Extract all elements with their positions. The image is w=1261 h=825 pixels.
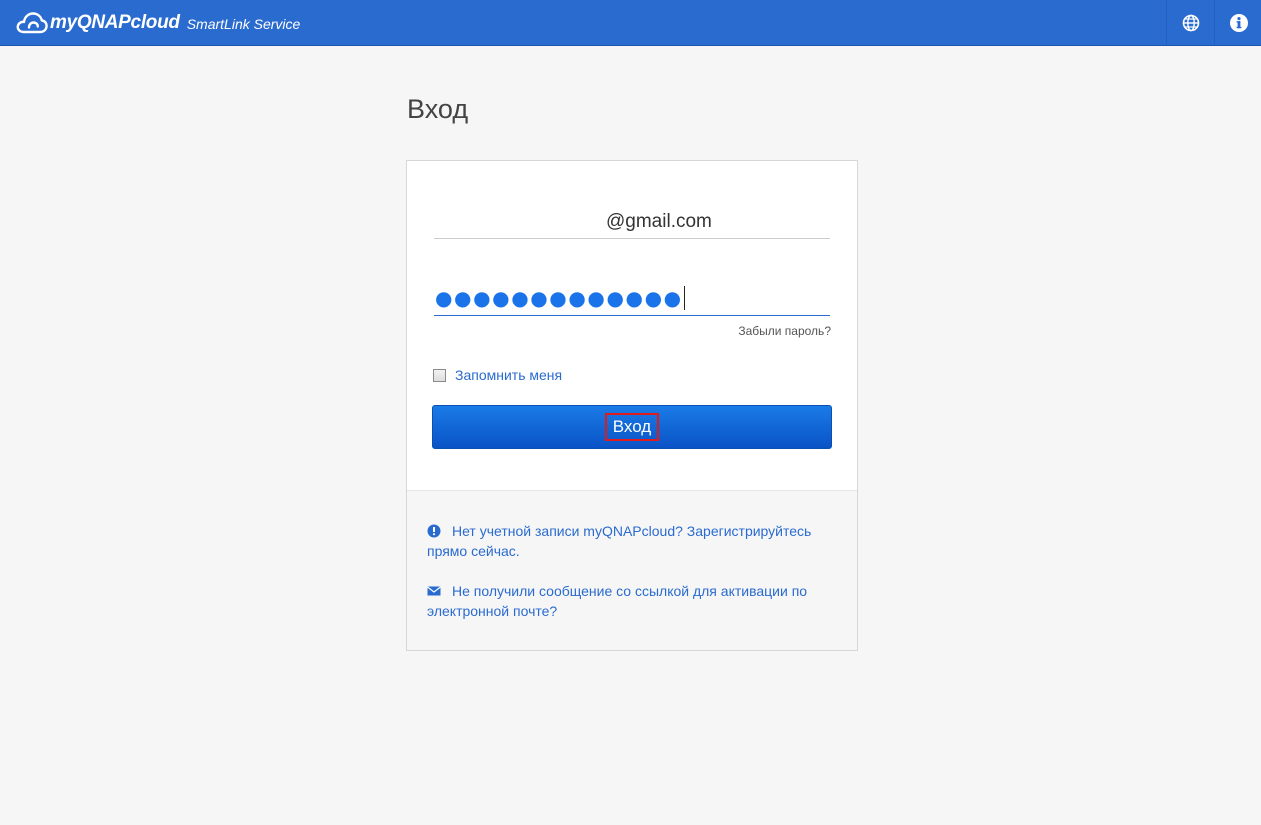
- text-caret: [683, 286, 685, 310]
- register-link[interactable]: Нет учетной записи myQNAPcloud? Зарегист…: [427, 521, 837, 561]
- brand-name: myQNAPcloud: [50, 12, 180, 33]
- email-field[interactable]: [434, 205, 830, 239]
- remember-me-checkbox[interactable]: [433, 368, 446, 382]
- activation-text[interactable]: Не получили сообщение со ссылкой для акт…: [427, 583, 807, 619]
- top-bar: myQNAPcloud SmartLink Service: [0, 0, 1261, 46]
- login-button[interactable]: Вход: [432, 405, 832, 449]
- brand-logo[interactable]: myQNAPcloud SmartLink Service: [16, 9, 300, 37]
- language-button[interactable]: [1166, 0, 1214, 46]
- info-icon: [1229, 14, 1248, 32]
- exclamation-circle-icon: [427, 524, 441, 538]
- globe-icon: [1182, 14, 1199, 32]
- password-field[interactable]: ●●●●●●●●●●●●●: [434, 279, 830, 316]
- login-card: ●●●●●●●●●●●●● Забыли пароль? Запомнить м…: [406, 160, 858, 651]
- info-button[interactable]: [1214, 0, 1261, 46]
- register-text[interactable]: Нет учетной записи myQNAPcloud? Зарегист…: [427, 523, 811, 559]
- envelope-icon: [427, 586, 441, 596]
- login-button-label: Вход: [604, 413, 660, 441]
- remember-me-label[interactable]: Запомнить меня: [455, 367, 562, 383]
- password-mask: ●●●●●●●●●●●●●: [435, 286, 685, 310]
- activation-link[interactable]: Не получили сообщение со ссылкой для акт…: [427, 581, 837, 621]
- page-title: Вход: [407, 94, 469, 124]
- cloud-logo-icon: [16, 12, 48, 34]
- password-dots-text: ●●●●●●●●●●●●●: [435, 286, 683, 310]
- forgot-password-link[interactable]: Забыли пароль?: [738, 324, 831, 338]
- remember-me-row[interactable]: Запомнить меня: [433, 367, 562, 383]
- brand-subtitle: SmartLink Service: [186, 16, 301, 32]
- card-footer: Нет учетной записи myQNAPcloud? Зарегист…: [407, 490, 857, 650]
